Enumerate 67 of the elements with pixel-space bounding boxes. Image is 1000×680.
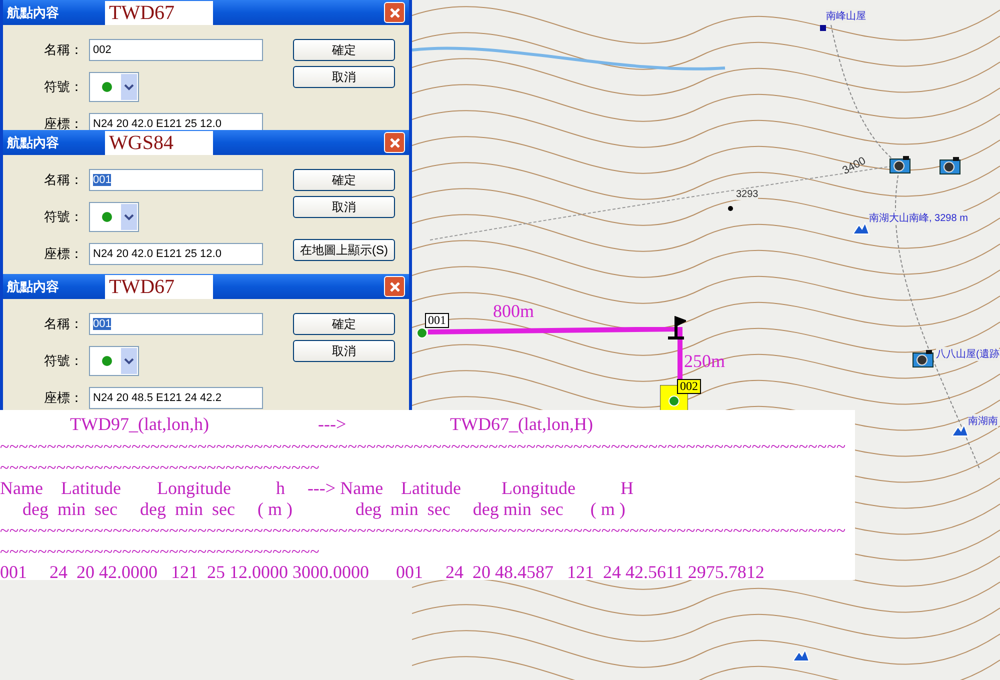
tilde-rule: ~~~~~~~~~~~~~~~~~~~~~~~~~~~~~~~~~~ [0, 457, 321, 478]
datum-label: WGS84 [105, 130, 213, 154]
field-label: 名稱： [43, 315, 84, 333]
dialog-button[interactable]: 取消 [293, 196, 395, 218]
dialog-button[interactable]: 確定 [293, 169, 395, 191]
coordinates-field[interactable]: N24 20 48.5 E121 24 42.2 [89, 387, 263, 409]
flag-icon [666, 316, 686, 340]
distance-label: 800m [493, 301, 534, 322]
distance-label: 250m [684, 351, 726, 372]
place-label: 八八山屋(遺跡 [936, 347, 1000, 361]
symbol-dropdown[interactable] [89, 202, 139, 232]
field-label: 名稱： [43, 171, 84, 189]
tilde-rule: ~~~~~~~~~~~~~~~~~~~~~~~~~~~~~~~~~~~~~~~~~~~~~~~~~~~~~~~~~~~~~~~~~~~~~~~~~~~~~~~~~~~~~~~~~~ [0, 520, 847, 541]
peak-label: 南湖大山南峰, 3298 m [869, 211, 968, 225]
peak-label: 南湖南 [968, 414, 998, 428]
close-icon [388, 6, 400, 18]
mountain-icon [852, 221, 870, 235]
field-label: 符號： [43, 208, 84, 226]
text-line: 001 24 20 42.0000 121 25 12.0000 3000.0000 001 24 20 48.4587 121 24 42.5611 2975.7812 [0, 562, 766, 580]
heading-text: TWD67_(lat,lon,H) [450, 414, 593, 434]
elevation-label: 3293 [736, 189, 758, 200]
field-label: 符號： [43, 78, 84, 96]
symbol-dropdown[interactable] [89, 346, 139, 376]
dialog-button[interactable]: 確定 [293, 39, 395, 61]
camera-icon [889, 156, 911, 174]
name-field[interactable]: 002 [89, 39, 263, 61]
coordinates-field[interactable]: N24 20 42.0 E121 25 12.0 [89, 243, 263, 265]
name-field[interactable]: 001 [89, 169, 263, 191]
field-label: 座標： [43, 245, 84, 263]
close-icon [388, 280, 400, 292]
field-label: 符號： [43, 352, 84, 370]
window-title: 航點內容 [7, 278, 60, 296]
datum-label: TWD67 [105, 274, 213, 298]
waypoint-dot [416, 327, 428, 339]
dialog-button[interactable]: 在地圖上顯示(S) [293, 239, 395, 261]
dialog-button[interactable]: 取消 [293, 340, 395, 362]
heading-text: TWD97_(lat,lon,h) [70, 414, 210, 434]
coordinates-field[interactable]: N24 20 42.0 E121 25 12.0 [89, 113, 263, 130]
mountain-icon [792, 648, 810, 662]
field-label: 座標： [43, 115, 84, 130]
close-button[interactable] [384, 2, 405, 23]
close-icon [388, 136, 400, 148]
waypoint-label: 002 [677, 379, 701, 394]
place-label: 南峰山屋 [826, 9, 866, 23]
camera-icon [912, 350, 934, 368]
camera-icon [939, 157, 961, 175]
point-icon [728, 206, 733, 211]
field-label: 座標： [43, 389, 84, 407]
text-line: deg min sec deg min sec ( m ) deg min sec deg min sec ( m ) [22, 499, 626, 520]
dialog-button[interactable]: 取消 [293, 66, 395, 88]
heading-arrow: ---> [318, 414, 348, 434]
close-button[interactable] [384, 132, 405, 153]
close-button[interactable] [384, 276, 405, 297]
text-line: Name Latitude Longitude h ---> Name Latitude Longitude H [0, 478, 635, 499]
name-field[interactable]: 001 [89, 313, 263, 335]
datum-label: TWD67 [105, 0, 213, 24]
waypoint-label: 001 [425, 313, 449, 328]
hut-icon [820, 25, 826, 31]
window-title: 航點內容 [7, 134, 60, 152]
tilde-rule: ~~~~~~~~~~~~~~~~~~~~~~~~~~~~~~~~~~ [0, 541, 321, 562]
window-title: 航點內容 [7, 4, 60, 22]
symbol-dropdown[interactable] [89, 72, 139, 102]
mountain-icon [951, 423, 969, 437]
contour-label: 3400 [840, 154, 868, 178]
tilde-rule: ~~~~~~~~~~~~~~~~~~~~~~~~~~~~~~~~~~~~~~~~~~~~~~~~~~~~~~~~~~~~~~~~~~~~~~~~~~~~~~~~~~~~~~~~~~ [0, 436, 847, 457]
dialog-button[interactable]: 確定 [293, 313, 395, 335]
field-label: 名稱： [43, 41, 84, 59]
